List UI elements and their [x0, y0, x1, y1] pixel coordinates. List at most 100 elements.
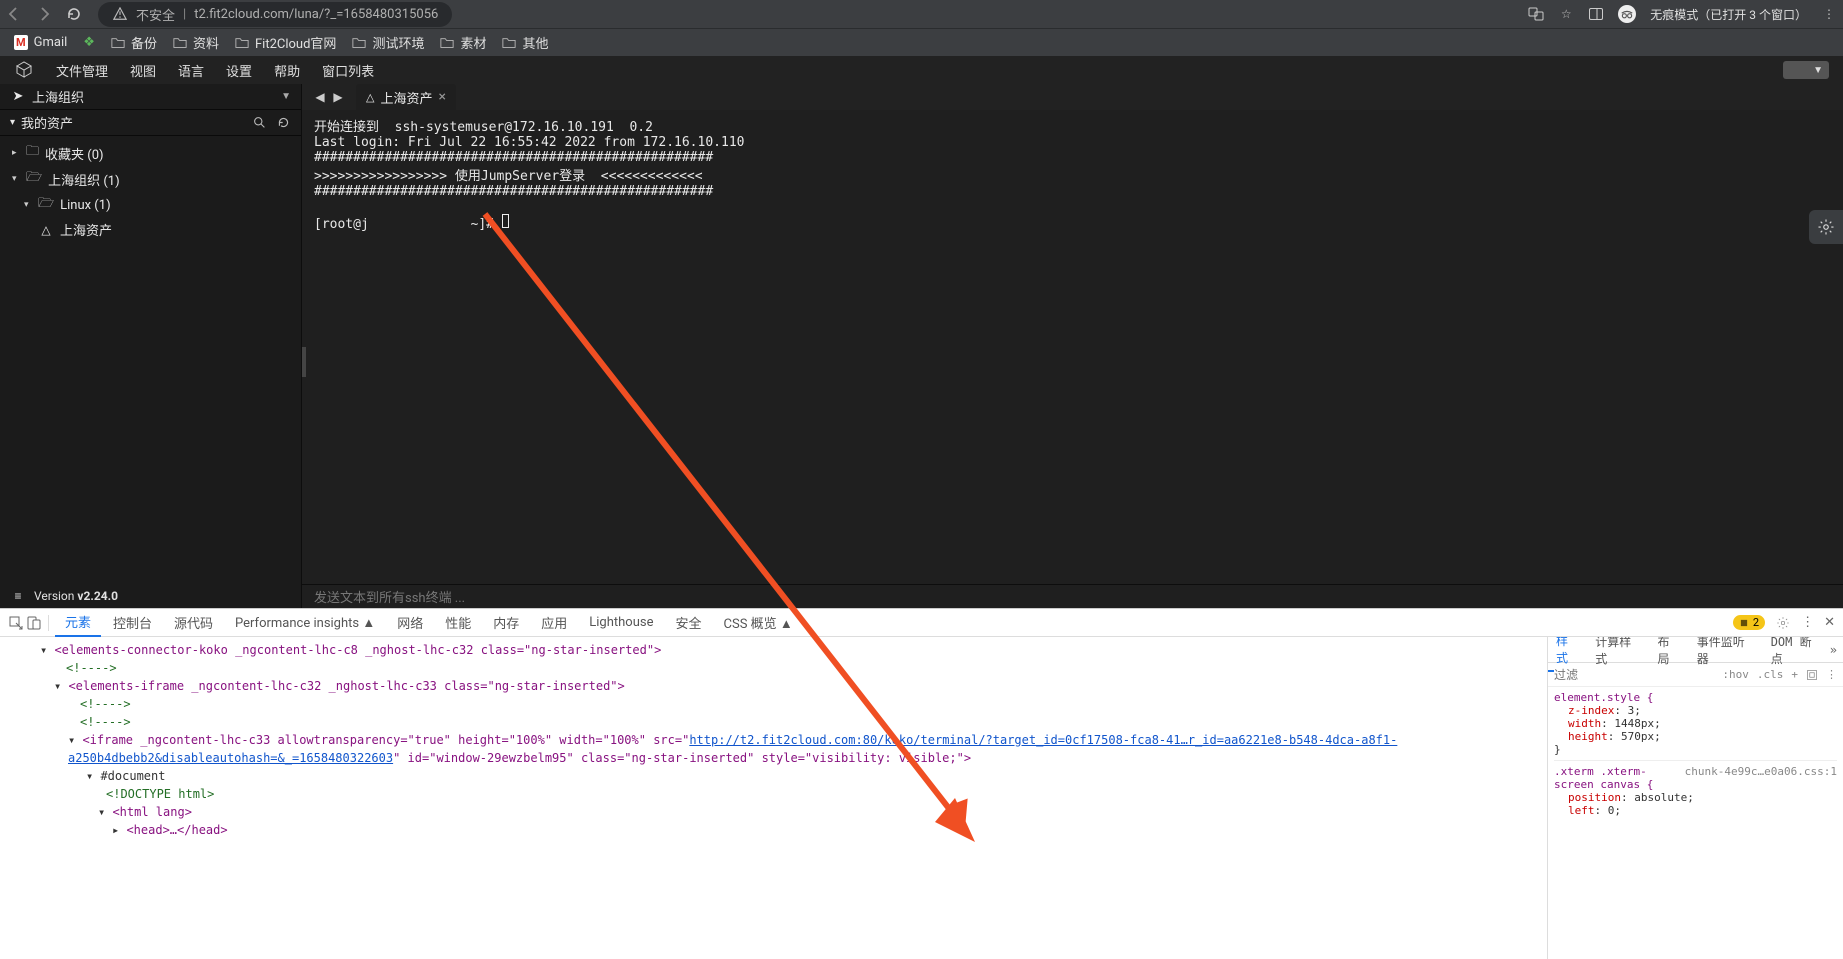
more-icon[interactable]: »	[1830, 643, 1843, 657]
dom-document[interactable]: #document	[100, 769, 165, 783]
tree-favorites[interactable]: ▸ 🗀 收藏夹 (0)	[6, 140, 301, 166]
chevron-down-icon: ▼	[1813, 65, 1823, 76]
star-icon[interactable]: ☆	[1558, 6, 1574, 22]
inspect-icon[interactable]	[8, 615, 24, 631]
settings-float-button[interactable]	[1809, 210, 1843, 244]
issues-count: 2	[1753, 616, 1759, 629]
more-icon[interactable]: ⋮	[1801, 615, 1814, 630]
devtools-elements-tree[interactable]: ▾ <elements-connector-koko _ngcontent-lh…	[0, 637, 1547, 959]
incognito-avatar[interactable]	[1618, 5, 1636, 23]
translate-icon[interactable]	[1528, 6, 1544, 22]
dom-head[interactable]: <head>…</head>	[126, 823, 227, 837]
dt-tab-security[interactable]: 安全	[666, 609, 712, 636]
broadcast-placeholder: 发送文本到所有ssh终端 ...	[314, 587, 465, 606]
terminal-tab[interactable]: △ 上海资产 ×	[356, 84, 456, 111]
css-selector: .xterm .xterm-screen canvas {	[1554, 765, 1653, 791]
menu-lang[interactable]: 语言	[178, 61, 204, 80]
pane-drag-handle[interactable]	[302, 347, 306, 377]
more-icon[interactable]: ⋮	[1826, 668, 1837, 681]
security-label: 不安全	[136, 5, 175, 24]
dt-tab-memory[interactable]: 内存	[483, 609, 529, 636]
dt-tab-application[interactable]: 应用	[531, 609, 577, 636]
style-rules[interactable]: element.style { z-index: 3; width: 1448p…	[1548, 687, 1843, 959]
terminal-cursor	[502, 214, 509, 228]
bookmark-label: Gmail	[34, 35, 68, 50]
menu-settings[interactable]: 设置	[226, 61, 252, 80]
menu-file[interactable]: 文件管理	[56, 61, 108, 80]
add-rule-icon[interactable]: +	[1791, 668, 1798, 681]
dt-tab-perf-insights[interactable]: Performance insights ▲	[225, 611, 385, 635]
tree-linux[interactable]: ▾ 🗁 Linux (1)	[6, 192, 301, 218]
broadcast-input[interactable]: 发送文本到所有ssh终端 ...	[302, 584, 1843, 608]
chevron-down-icon[interactable]: ▼	[281, 91, 291, 102]
bookmark-docs[interactable]: 资料	[173, 33, 219, 52]
search-icon[interactable]	[251, 115, 267, 131]
reload-icon[interactable]	[66, 6, 82, 22]
terminal-output[interactable]: 开始连接到 ssh-systemuser@172.16.10.191 0.2 L…	[302, 110, 1843, 584]
bookmark-label: 素材	[460, 33, 486, 52]
styles-filter-input[interactable]	[1554, 668, 1714, 682]
tab-prev-icon[interactable]: ◀	[312, 89, 328, 105]
close-icon[interactable]: ✕	[1824, 615, 1835, 630]
refresh-icon[interactable]	[275, 115, 291, 131]
dt-tab-lighthouse[interactable]: Lighthouse	[579, 611, 663, 634]
version-value: v2.24.0	[77, 589, 118, 603]
folder-icon	[502, 36, 516, 50]
dt-tab-css-overview[interactable]: CSS 概览 ▲	[714, 609, 803, 636]
cls-button[interactable]: .cls	[1757, 668, 1784, 681]
folder-icon	[235, 36, 249, 50]
url-text: t2.fit2cloud.com/luna/?_=1658480315056	[194, 7, 438, 22]
green-icon: ❖	[83, 35, 95, 50]
folder-open-icon: 🗁	[26, 168, 42, 190]
browser-address-bar: 不安全 | t2.fit2cloud.com/luna/?_=165848031…	[0, 0, 1843, 28]
back-icon[interactable]	[6, 6, 22, 22]
menu-view[interactable]: 视图	[130, 61, 156, 80]
dom-node[interactable]: <elements-iframe _ngcontent-lhc-c32 _ngh…	[68, 679, 624, 693]
dom-node[interactable]: <elements-connector-koko _ngcontent-lhc-…	[54, 643, 661, 657]
bookmark-label: 测试环境	[372, 33, 424, 52]
bookmark-label: 其他	[522, 33, 548, 52]
bookmark-backup[interactable]: 备份	[111, 33, 157, 52]
sidebar-footer: ≡ Version v2.24.0	[0, 584, 301, 608]
dt-tab-sources[interactable]: 源代码	[164, 609, 223, 636]
hov-button[interactable]: :hov	[1722, 668, 1749, 681]
dt-tab-network[interactable]: 网络	[387, 609, 433, 636]
gear-icon[interactable]	[1775, 615, 1791, 631]
bookmark-assets[interactable]: 素材	[440, 33, 486, 52]
bookmark-item-1[interactable]: ❖	[83, 35, 95, 50]
forward-icon[interactable]	[36, 6, 52, 22]
bookmark-testenv[interactable]: 测试环境	[352, 33, 424, 52]
app-dropdown[interactable]: ▼	[1783, 61, 1829, 79]
dt-tab-performance[interactable]: 性能	[435, 609, 481, 636]
menu-help[interactable]: 帮助	[274, 61, 300, 80]
more-icon[interactable]: ⋮	[1821, 6, 1837, 22]
bookmark-other[interactable]: 其他	[502, 33, 548, 52]
tree-asset[interactable]: △ 上海资产	[6, 218, 301, 241]
device-toggle-icon[interactable]	[26, 615, 42, 631]
css-source[interactable]: chunk-4e99c…e0a06.css:1	[1685, 765, 1837, 778]
dt-tab-elements[interactable]: 元素	[55, 608, 101, 637]
layout-overlay-icon[interactable]	[1806, 669, 1818, 681]
close-icon[interactable]: ×	[438, 89, 445, 105]
gmail-icon: M	[14, 35, 28, 50]
tree-org[interactable]: ▾ 🗁 上海组织 (1)	[6, 166, 301, 192]
dom-iframe[interactable]: <iframe _ngcontent-lhc-c33 allowtranspar…	[68, 733, 1397, 765]
assets-header[interactable]: ▾ 我的资产	[0, 110, 301, 136]
tab-next-icon[interactable]: ▶	[330, 89, 346, 105]
dom-html[interactable]: <html lang>	[112, 805, 191, 819]
asset-tree: ▸ 🗀 收藏夹 (0) ▾ 🗁 上海组织 (1) ▾ 🗁 Linux (1) △…	[0, 136, 301, 245]
linux-icon: △	[366, 91, 374, 104]
bookmark-fit2cloud[interactable]: Fit2Cloud官网	[235, 33, 336, 52]
css-selector: element.style {	[1554, 691, 1653, 704]
panel-icon[interactable]	[1588, 6, 1604, 22]
address-box[interactable]: 不安全 | t2.fit2cloud.com/luna/?_=165848031…	[98, 2, 452, 27]
org-header[interactable]: ➤ 上海组织 ▼	[0, 84, 301, 110]
bookmark-gmail[interactable]: M Gmail	[14, 35, 67, 50]
dt-tab-console[interactable]: 控制台	[103, 609, 162, 636]
linux-icon: △	[38, 222, 54, 238]
app-logo[interactable]	[14, 60, 34, 80]
term-line: 开始连接到 ssh-systemuser@172.16.10.191 0.2	[314, 120, 653, 135]
issues-badge[interactable]: 2	[1733, 615, 1765, 630]
menu-windows[interactable]: 窗口列表	[322, 61, 374, 80]
tab-label: 上海资产	[380, 88, 432, 107]
